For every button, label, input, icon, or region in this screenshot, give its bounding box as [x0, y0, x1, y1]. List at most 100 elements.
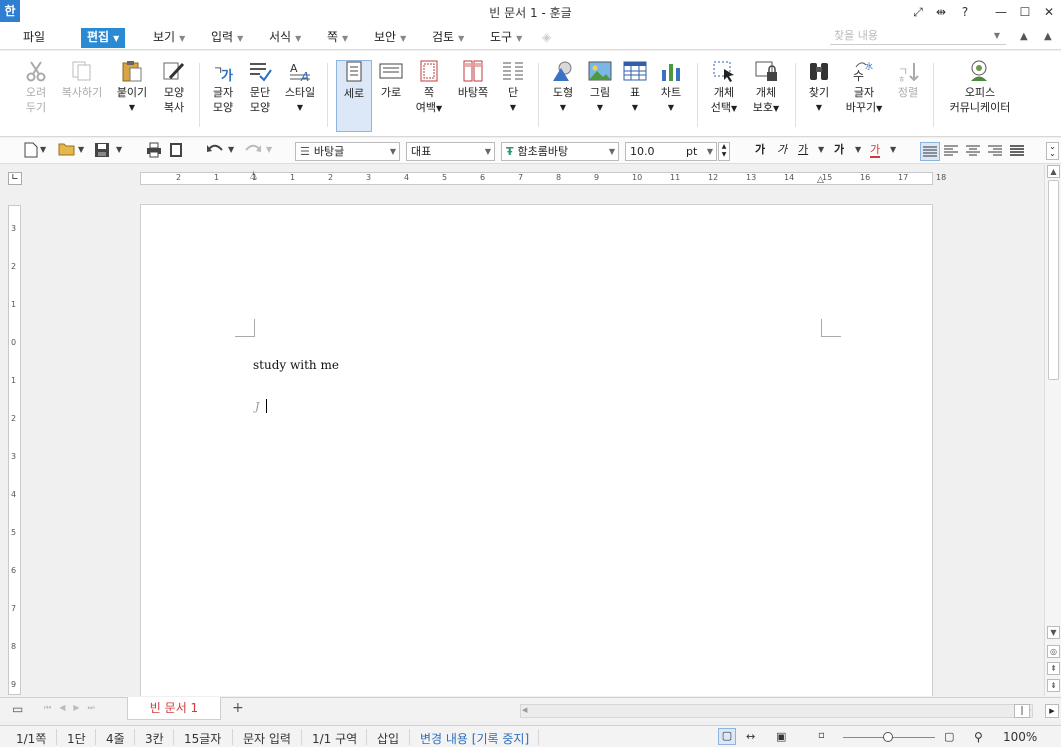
doc-tab[interactable]: 빈 문서 1 [127, 697, 221, 720]
menu-format[interactable]: 서식 ▼ [269, 28, 301, 48]
minimize-icon[interactable]: — [990, 2, 1012, 22]
align-left-icon[interactable] [943, 142, 961, 160]
fullscreen-icon[interactable]: ⤢ [907, 2, 929, 22]
zoom-slider-thumb[interactable] [883, 732, 893, 742]
format-copy-button[interactable]: 모양 복사 [155, 57, 193, 133]
align-justify-icon[interactable] [920, 142, 940, 161]
font-size-stepper[interactable]: ▲ ▼ [718, 142, 730, 161]
chevron-down-icon[interactable]: ▼ [228, 142, 234, 160]
status-track-changes[interactable]: 변경 내용 [기록 중지] [420, 730, 529, 747]
scroll-down-icon[interactable]: ▼ [1047, 626, 1060, 639]
view-normal-icon[interactable]: ▢ [718, 728, 736, 745]
table-button[interactable]: 표 ▼ [619, 57, 651, 133]
font-color-button[interactable]: 가 [870, 142, 881, 158]
page-view-icon[interactable]: ◎ [1047, 645, 1060, 658]
style-select[interactable]: ☰ 바탕글 ▼ [295, 142, 400, 161]
strikethrough-button[interactable]: 가 [834, 142, 844, 160]
font-size-input[interactable]: 10.0 pt ▼ [625, 142, 717, 161]
italic-button[interactable]: 가 [777, 142, 787, 160]
chevron-down-icon[interactable]: ▼ [40, 142, 46, 160]
zoom-in-icon[interactable]: ▢ [944, 730, 954, 743]
chevron-down-icon[interactable]: ▼ [266, 142, 272, 160]
undo-icon[interactable] [206, 142, 226, 160]
zoom-out-icon[interactable]: ▫ [818, 730, 825, 741]
landscape-button[interactable]: 가로 [373, 57, 409, 133]
tab-nav-icons[interactable]: ⏮◀▶⏭ [44, 703, 103, 713]
status-col[interactable]: 3칸 [145, 730, 164, 747]
chevron-down-icon[interactable]: ▼ [818, 142, 824, 160]
find-input[interactable]: 찾을 내용 ▼ [830, 27, 1006, 45]
status-page[interactable]: 1/1쪽 [16, 730, 46, 747]
menu-page[interactable]: 쪽 ▼ [327, 28, 348, 48]
column-button[interactable]: 단 ▼ [497, 57, 529, 133]
print-icon[interactable] [146, 142, 164, 160]
style-button[interactable]: AA 스타일 ▼ [280, 57, 320, 133]
chevron-down-icon[interactable]: ▼ [116, 142, 122, 160]
vertical-ruler[interactable]: 3 2 1 0 1 2 3 4 5 6 7 8 9 [8, 205, 21, 695]
page-margin-button[interactable]: 쪽 여백▼ [411, 57, 447, 133]
portrait-button[interactable]: 세로 [336, 60, 372, 132]
cut-button[interactable]: 오려 두기 [18, 57, 54, 133]
status-column[interactable]: 1단 [67, 730, 86, 747]
split-view-icon[interactable]: ⇹ [930, 2, 952, 22]
chevron-down-icon[interactable]: ▼ [78, 142, 84, 160]
document-text[interactable]: study with me [253, 358, 339, 372]
scroll-up-icon[interactable]: ▲ [1047, 165, 1060, 178]
chevron-down-icon[interactable]: ▼ [890, 142, 896, 160]
open-folder-icon[interactable] [58, 142, 78, 160]
menu-view[interactable]: 보기 ▼ [153, 28, 185, 48]
object-select-button[interactable]: 개체 선택▼ [704, 57, 744, 133]
font-select[interactable]: Ŧ 함초롬바탕 ▼ [501, 142, 619, 161]
bold-button[interactable]: 가 [755, 142, 765, 160]
vertical-scrollbar[interactable]: ▲ ▼ ◎ ⇞ ⇟ [1044, 165, 1061, 696]
sort-button[interactable]: ㄱㅎ 정렬 [891, 57, 925, 133]
tab-type-icon[interactable]: ∟ [8, 172, 22, 185]
menu-file[interactable]: 파일 [23, 28, 45, 48]
menu-edit[interactable]: 편집 ▼ [81, 28, 126, 48]
view-width-icon[interactable]: ↔ [746, 730, 755, 743]
collapse-ribbon-icon[interactable]: ▲ [1020, 28, 1028, 48]
picture-button[interactable]: 그림 ▼ [582, 57, 618, 133]
status-insert[interactable]: 삽입 [377, 730, 399, 747]
replace-button[interactable]: 수水 글자 바꾸기▼ [842, 57, 886, 133]
shape-button[interactable]: 도형 ▼ [545, 57, 581, 133]
scroll-right-end-icon[interactable]: ▶ [1045, 704, 1059, 718]
preview-icon[interactable] [168, 142, 186, 160]
view-full-icon[interactable]: ▣ [776, 730, 786, 743]
char-shape-button[interactable]: ㄱ가 글자 모양 [205, 57, 241, 133]
tab-list-icon[interactable]: ▭ [12, 702, 23, 716]
underline-button[interactable]: 가 [798, 142, 808, 160]
status-line[interactable]: 4줄 [106, 730, 125, 747]
chart-button[interactable]: 차트 ▼ [654, 57, 688, 133]
help-icon[interactable]: ? [954, 2, 976, 22]
para-shape-button[interactable]: 문단 모양 [242, 57, 278, 133]
horizontal-ruler[interactable]: 2 1 1 1 2 3 4 5 6 7 8 9 10 11 12 13 14 15 16 17 18 ⏃ △ [140, 172, 946, 185]
language-select[interactable]: 대표 ▼ [406, 142, 495, 161]
split-handle-icon[interactable]: | [1014, 704, 1030, 718]
status-section[interactable]: 1/1 구역 [312, 730, 357, 747]
menu-security[interactable]: 보안 ▼ [374, 28, 406, 48]
document-page[interactable] [140, 204, 933, 696]
align-distribute-icon[interactable] [1009, 142, 1027, 160]
right-indent-marker-icon[interactable]: △ [817, 175, 824, 185]
status-chars[interactable]: 15글자 [184, 730, 221, 747]
add-tab-button[interactable]: + [232, 700, 244, 716]
chevron-down-icon[interactable]: ▼ [855, 142, 861, 160]
background-page-button[interactable]: 바탕쪽 [452, 57, 494, 133]
copy-button[interactable]: 복사하기 [58, 57, 106, 133]
scroll-left-icon[interactable]: ◀ [522, 706, 527, 714]
office-communicator-button[interactable]: 오피스 커뮤니케이터 [942, 57, 1018, 133]
status-mode[interactable]: 문자 입력 [243, 730, 291, 747]
puzzle-icon[interactable]: ◈ [542, 28, 551, 48]
find-button[interactable]: 찾기 ▼ [803, 57, 835, 133]
align-center-icon[interactable] [965, 142, 983, 160]
zoom-search-icon[interactable]: ⚲ [974, 730, 983, 744]
menu-review[interactable]: 검토 ▼ [432, 28, 464, 48]
menu-input[interactable]: 입력 ▼ [211, 28, 243, 48]
object-protect-button[interactable]: 개체 보호▼ [746, 57, 786, 133]
save-icon[interactable] [94, 142, 112, 160]
paste-button[interactable]: 붙이기 ▼ [113, 57, 151, 133]
maximize-icon[interactable]: ☐ [1014, 2, 1036, 22]
horizontal-scrollbar[interactable]: ◀ ▶ [520, 704, 1033, 718]
toolbar-expand-icon[interactable]: ⌄ ⌄ [1046, 142, 1059, 160]
